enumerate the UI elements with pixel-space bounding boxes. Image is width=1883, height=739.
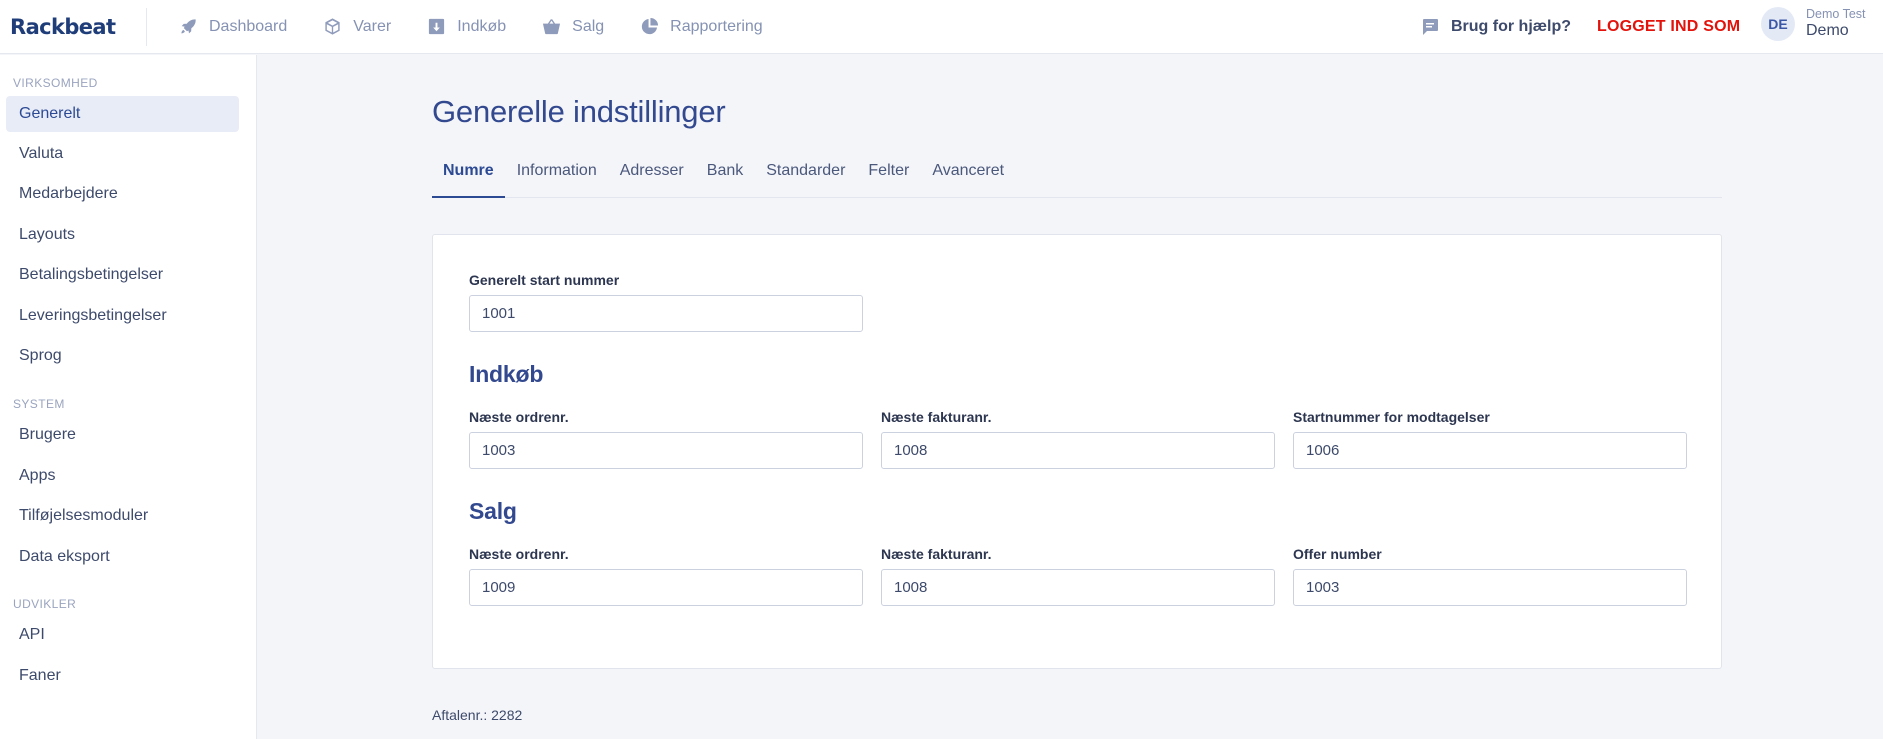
page-title: Generelle indstillinger bbox=[432, 94, 726, 129]
avatar: DE bbox=[1761, 7, 1795, 41]
sidebar-item-generelt[interactable]: Generelt bbox=[6, 96, 239, 132]
tab-bank[interactable]: Bank bbox=[696, 150, 754, 198]
sidebar-item-faner[interactable]: Faner bbox=[6, 658, 239, 694]
box-icon bbox=[325, 18, 340, 35]
purchase-heading: Indkøb bbox=[469, 361, 544, 387]
purchase-next-order-label: Næste ordrenr. bbox=[469, 409, 569, 425]
sidebar-section-system: SYSTEM bbox=[13, 397, 65, 411]
tab-felter[interactable]: Felter bbox=[857, 150, 920, 198]
tab-adresser[interactable]: Adresser bbox=[609, 150, 695, 198]
agreement-number: Aftalenr.: 2282 bbox=[432, 707, 523, 723]
sidebar-item-brugere[interactable]: Brugere bbox=[6, 417, 239, 453]
top-navigation-bar: Rackbeat Dashboard Varer Indkøb Salg Rap… bbox=[0, 0, 1883, 54]
sidebar-item-betalingsbetingelser[interactable]: Betalingsbetingelser bbox=[6, 257, 239, 293]
user-menu[interactable]: DE Demo Test Demo bbox=[1761, 7, 1866, 41]
nav-indkob[interactable]: Indkøb bbox=[427, 17, 506, 36]
sidebar-section-udvikler: UDVIKLER bbox=[13, 597, 77, 611]
sidebar-item-api[interactable]: API bbox=[6, 617, 239, 653]
sales-next-invoice-input[interactable] bbox=[881, 569, 1275, 606]
tab-information[interactable]: Information bbox=[506, 150, 608, 198]
nav-salg[interactable]: Salg bbox=[542, 17, 604, 36]
sales-heading: Salg bbox=[469, 498, 517, 524]
nav-indkob-label: Indkøb bbox=[457, 17, 507, 35]
sales-next-invoice-label: Næste fakturanr. bbox=[881, 546, 992, 562]
sidebar-item-layouts[interactable]: Layouts bbox=[6, 217, 239, 253]
purchase-receipt-start-input[interactable] bbox=[1293, 432, 1687, 469]
rocket-icon bbox=[181, 19, 196, 34]
purchase-next-invoice-label: Næste fakturanr. bbox=[881, 409, 992, 425]
sidebar-item-medarbejdere[interactable]: Medarbejdere bbox=[6, 176, 239, 212]
help-label: Brug for hjælp? bbox=[1451, 18, 1571, 35]
nav-dashboard[interactable]: Dashboard bbox=[179, 17, 287, 36]
general-start-number-input[interactable] bbox=[469, 295, 863, 332]
user-name: Demo bbox=[1806, 22, 1849, 39]
sales-next-order-label: Næste ordrenr. bbox=[469, 546, 569, 562]
sales-offer-number-label: Offer number bbox=[1293, 546, 1382, 562]
purchase-next-order-input[interactable] bbox=[469, 432, 863, 469]
main-nav: Dashboard Varer Indkøb Salg Rapportering bbox=[179, 17, 799, 36]
tab-numre[interactable]: Numre bbox=[432, 150, 505, 198]
purchase-receipt-start-label: Startnummer for modtagelser bbox=[1293, 409, 1490, 425]
purchase-next-invoice-input[interactable] bbox=[881, 432, 1275, 469]
sales-offer-number-input[interactable] bbox=[1293, 569, 1687, 606]
user-company: Demo Test bbox=[1806, 7, 1866, 21]
nav-rapportering-label: Rapportering bbox=[670, 17, 763, 35]
settings-sidebar: VIRKSOMHED Generelt Valuta Medarbejdere … bbox=[0, 55, 257, 739]
user-info: Demo Test Demo bbox=[1806, 7, 1866, 41]
download-icon bbox=[429, 18, 445, 35]
nav-varer-label: Varer bbox=[353, 17, 392, 35]
tab-standarder[interactable]: Standarder bbox=[755, 150, 856, 198]
chat-message-icon bbox=[1423, 19, 1438, 35]
rackbeat-logo[interactable]: Rackbeat bbox=[10, 15, 136, 39]
nav-dashboard-label: Dashboard bbox=[209, 17, 288, 35]
sidebar-item-sprog[interactable]: Sprog bbox=[6, 338, 239, 374]
tab-avanceret[interactable]: Avanceret bbox=[921, 150, 1015, 198]
sidebar-item-leveringsbetingelser[interactable]: Leveringsbetingelser bbox=[6, 298, 239, 334]
help-button[interactable]: Brug for hjælp? bbox=[1420, 0, 1571, 54]
logged-in-as-indicator[interactable]: LOGGET IND SOM bbox=[1597, 18, 1740, 36]
settings-tabs: Numre Information Adresser Bank Standard… bbox=[432, 150, 1722, 198]
sidebar-item-valuta[interactable]: Valuta bbox=[6, 136, 239, 172]
sales-next-order-input[interactable] bbox=[469, 569, 863, 606]
logo-divider bbox=[146, 7, 147, 46]
basket-icon bbox=[543, 19, 561, 35]
sidebar-item-tilfojelsesmoduler[interactable]: Tilføjelsesmoduler bbox=[6, 498, 239, 534]
pie-chart-icon bbox=[642, 17, 659, 35]
numbers-settings-card: Generelt start nummer Indkøb Næste ordre… bbox=[432, 234, 1722, 669]
nav-salg-label: Salg bbox=[572, 17, 605, 35]
nav-varer[interactable]: Varer bbox=[323, 17, 391, 36]
sidebar-item-apps[interactable]: Apps bbox=[6, 458, 239, 494]
nav-rapportering[interactable]: Rapportering bbox=[640, 17, 763, 36]
sidebar-section-virksomhed: VIRKSOMHED bbox=[13, 76, 98, 90]
sidebar-item-data-eksport[interactable]: Data eksport bbox=[6, 539, 239, 575]
general-start-number-label: Generelt start nummer bbox=[469, 272, 620, 288]
